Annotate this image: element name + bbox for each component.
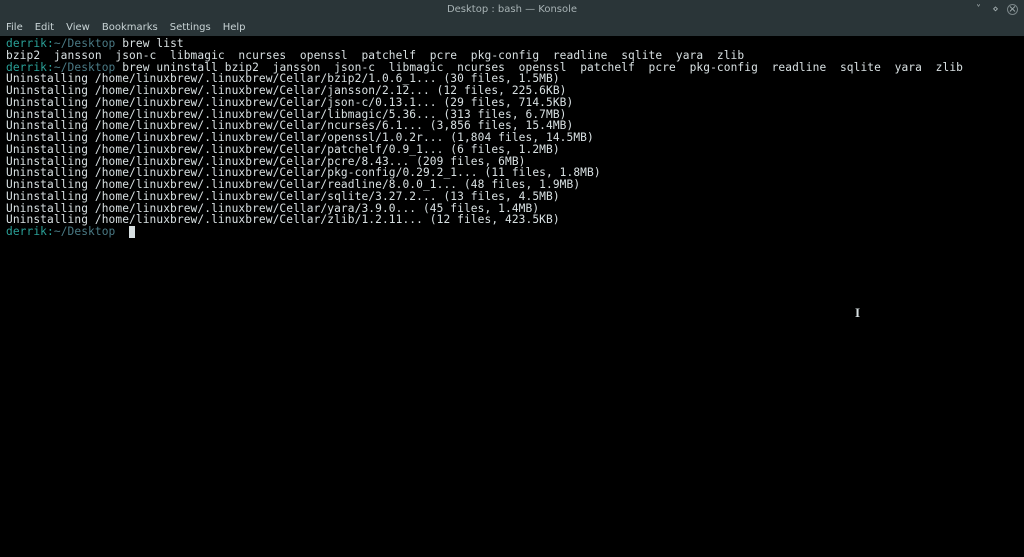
menu-file[interactable]: File: [6, 22, 23, 33]
terminal-area[interactable]: derrik:~/Desktop brew listbzip2 jansson …: [0, 36, 1024, 557]
terminal-output-line: Uninstalling /home/linuxbrew/.linuxbrew/…: [6, 214, 1018, 226]
terminal-cursor: [129, 226, 135, 238]
menu-settings[interactable]: Settings: [170, 22, 211, 33]
terminal-output-line: Uninstalling /home/linuxbrew/.linuxbrew/…: [6, 179, 1018, 191]
menu-view[interactable]: View: [66, 22, 90, 33]
close-icon[interactable]: ×: [1007, 4, 1018, 15]
terminal-output-line: Uninstalling /home/linuxbrew/.linuxbrew/…: [6, 144, 1018, 156]
terminal-prompt-line: derrik:~/Desktop: [6, 226, 1018, 238]
terminal-prompt-line: derrik:~/Desktop brew list: [6, 38, 1018, 50]
menu-bar: File Edit View Bookmarks Settings Help: [0, 18, 1024, 36]
terminal-output-line: Uninstalling /home/linuxbrew/.linuxbrew/…: [6, 191, 1018, 203]
prompt-path: ~/Desktop: [54, 225, 116, 238]
window-title: Desktop : bash — Konsole: [447, 4, 577, 15]
terminal-output-line: Uninstalling /home/linuxbrew/.linuxbrew/…: [6, 132, 1018, 144]
prompt-user: derrik: [6, 225, 47, 238]
window-controls: ˅ ⋄ ×: [973, 4, 1018, 15]
menu-bookmarks[interactable]: Bookmarks: [102, 22, 158, 33]
command-text: [115, 225, 122, 238]
maximize-icon[interactable]: ⋄: [990, 4, 1001, 15]
prompt-sep: :: [47, 225, 54, 238]
terminal-output-line: Uninstalling /home/linuxbrew/.linuxbrew/…: [6, 85, 1018, 97]
menu-help[interactable]: Help: [223, 22, 246, 33]
menu-edit[interactable]: Edit: [35, 22, 54, 33]
title-bar: Desktop : bash — Konsole ˅ ⋄ ×: [0, 0, 1024, 18]
minimize-icon[interactable]: ˅: [973, 4, 984, 15]
terminal-output-line: Uninstalling /home/linuxbrew/.linuxbrew/…: [6, 97, 1018, 109]
